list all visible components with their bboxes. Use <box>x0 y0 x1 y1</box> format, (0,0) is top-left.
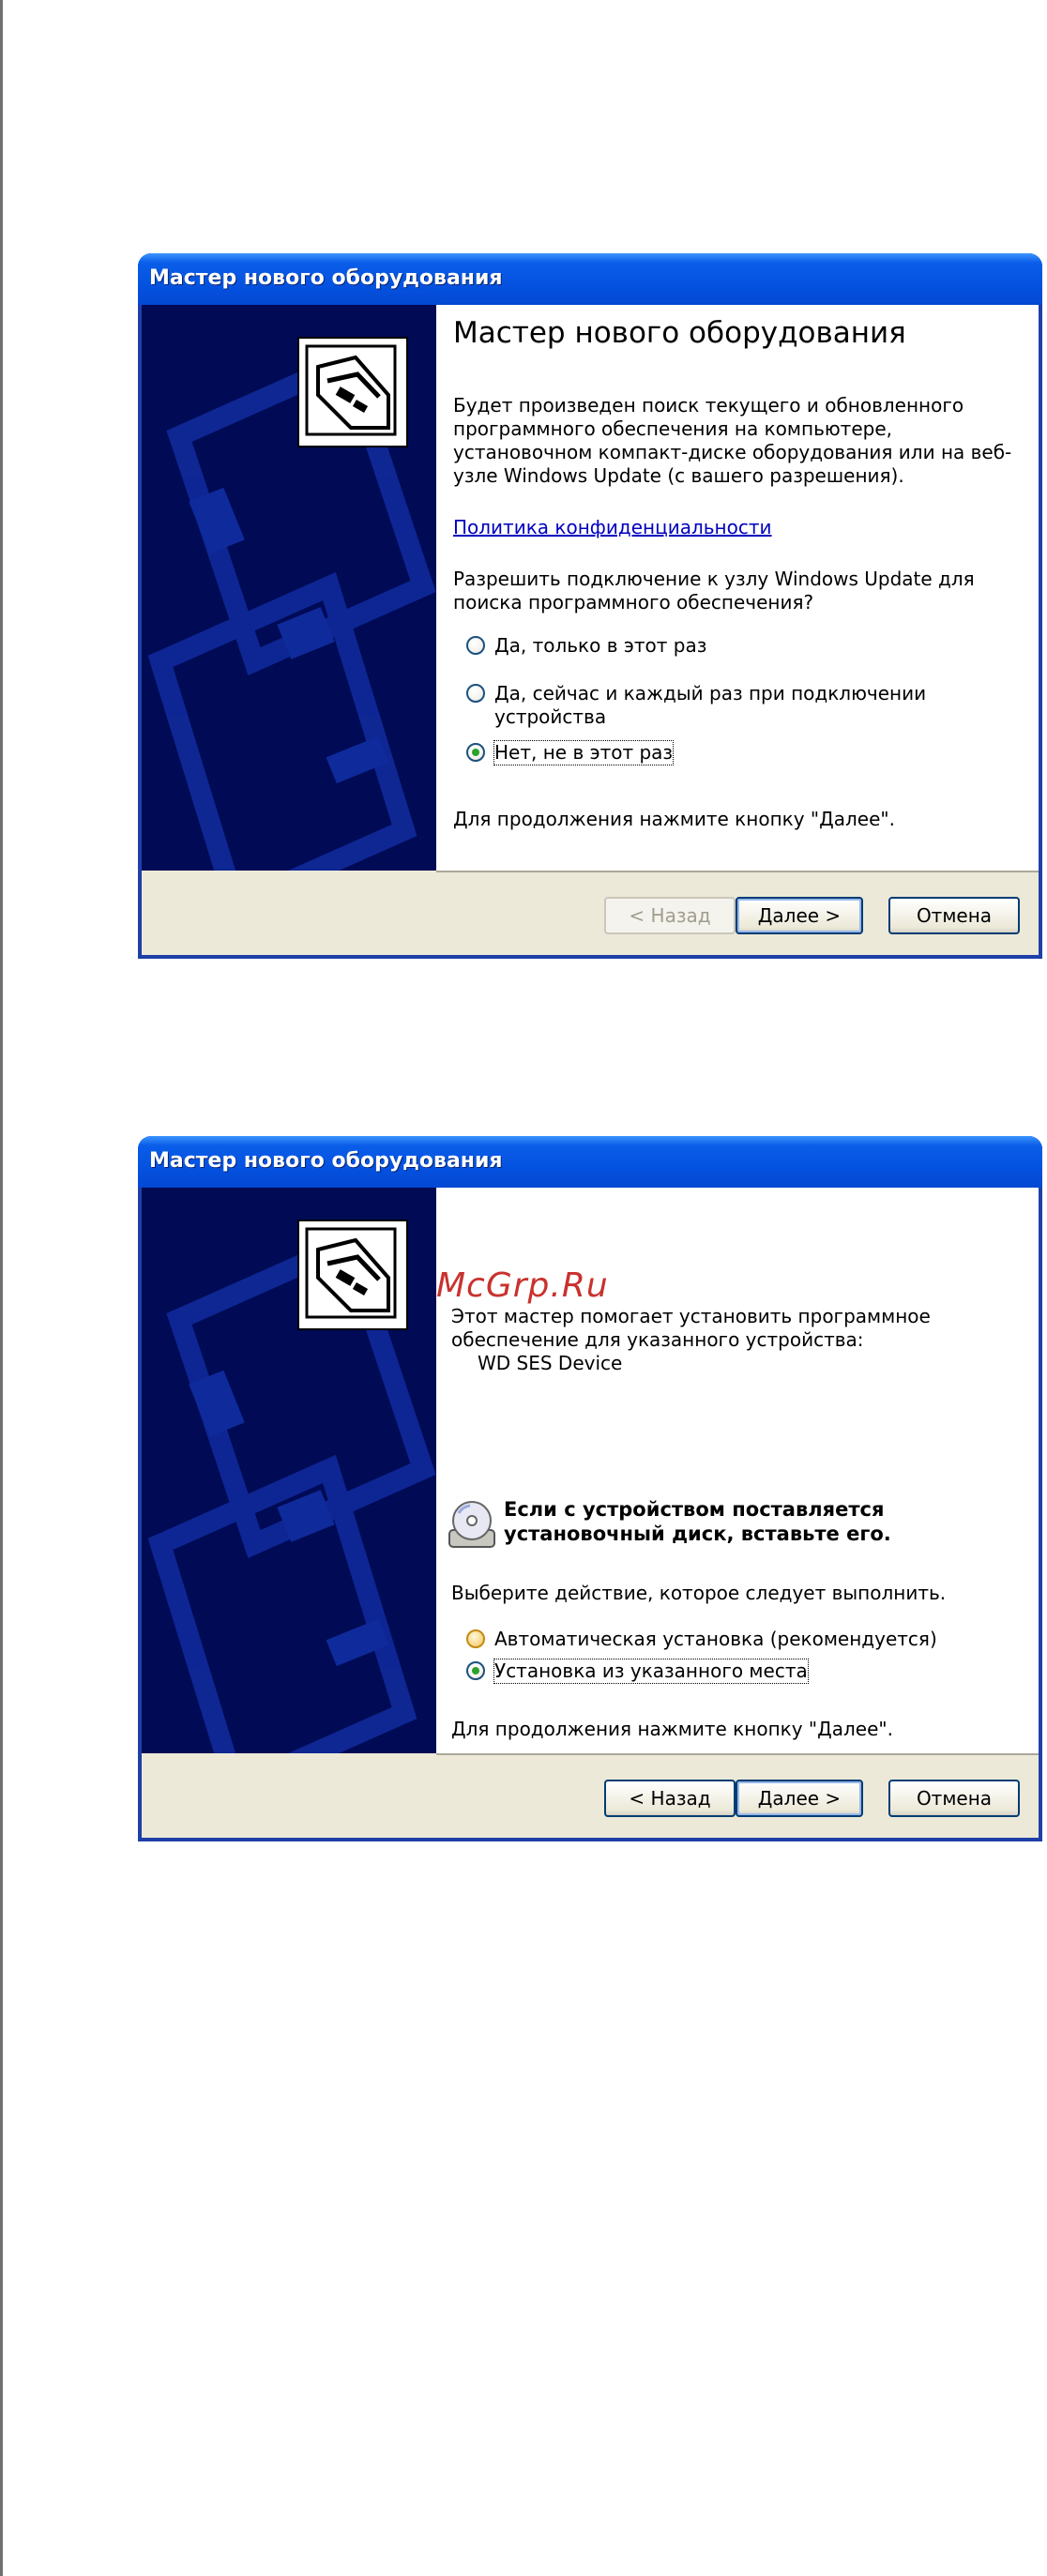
next-button[interactable]: Далее > <box>736 897 863 934</box>
radio-icon[interactable] <box>466 1661 485 1680</box>
found-new-hardware-dialog-1: Мастер нового оборудования Мастер нового… <box>138 253 1042 959</box>
privacy-policy-link[interactable]: Политика конфиденциальности <box>453 516 772 539</box>
wizard-sidebar <box>142 305 436 871</box>
watermark-text: McGrp.Ru <box>436 1266 609 1305</box>
cd-disc-icon <box>448 1498 496 1553</box>
found-new-hardware-dialog-2: Мастер нового оборудования Этот мастер п… <box>138 1136 1042 1841</box>
cancel-button[interactable]: Отмена <box>888 1780 1020 1817</box>
window-title: Мастер нового оборудования <box>149 266 503 290</box>
radio-icon[interactable] <box>466 636 485 655</box>
choose-action-text: Выберите действие, которое следует выпол… <box>451 1582 947 1604</box>
cancel-button[interactable]: Отмена <box>888 897 1020 934</box>
radio-icon[interactable] <box>466 684 485 703</box>
continue-hint: Для продолжения нажмите кнопку "Далее". <box>453 808 895 830</box>
intro-text: Будет произведен поиск текущего и обновл… <box>453 394 1012 487</box>
next-button[interactable]: Далее > <box>736 1780 863 1817</box>
device-name: WD SES Device <box>478 1352 623 1374</box>
hardware-board-icon <box>297 337 408 447</box>
wizard-sidebar <box>142 1188 436 1753</box>
hardware-board-icon <box>297 1220 408 1330</box>
radio-icon[interactable] <box>466 1629 485 1648</box>
title-bar[interactable]: Мастер нового оборудования <box>138 253 1042 305</box>
back-button[interactable]: < Назад <box>604 1780 736 1817</box>
radio-option-install-from-location[interactable]: Установка из указанного места <box>466 1659 809 1684</box>
radio-label: Нет, не в этот раз <box>493 740 675 765</box>
wizard-heading: Мастер нового оборудования <box>453 316 906 350</box>
radio-option-no[interactable]: Нет, не в этот раз <box>466 740 675 765</box>
window-title: Мастер нового оборудования <box>149 1149 503 1173</box>
radio-icon[interactable] <box>466 743 485 762</box>
back-button[interactable]: < Назад <box>604 897 736 934</box>
radio-label: Да, только в этот раз <box>494 634 707 657</box>
radio-option-yes-once[interactable]: Да, только в этот раз <box>466 634 706 658</box>
radio-option-automatic-install[interactable]: Автоматическая установка (рекомендуется) <box>466 1628 937 1651</box>
continue-hint: Для продолжения нажмите кнопку "Далее". <box>451 1718 893 1740</box>
radio-label: Да, сейчас и каждый раз при подключении … <box>494 682 927 728</box>
insert-cd-message: Если с устройством поставляется установо… <box>504 1498 891 1545</box>
radio-label: Автоматическая установка (рекомендуется) <box>494 1628 937 1650</box>
page-left-border <box>0 0 3 2576</box>
radio-label: Установка из указанного места <box>493 1659 809 1684</box>
title-bar[interactable]: Мастер нового оборудования <box>138 1136 1042 1188</box>
intro-text: Этот мастер помогает установить программ… <box>451 1305 931 1351</box>
question-text: Разрешить подключение к узлу Windows Upd… <box>453 568 975 614</box>
radio-option-yes-always[interactable]: Да, сейчас и каждый раз при подключении … <box>466 682 954 729</box>
wizard-content-panel: Мастер нового оборудования Будет произве… <box>436 305 1039 872</box>
dialog-client-area: Мастер нового оборудования Будет произве… <box>142 305 1039 955</box>
